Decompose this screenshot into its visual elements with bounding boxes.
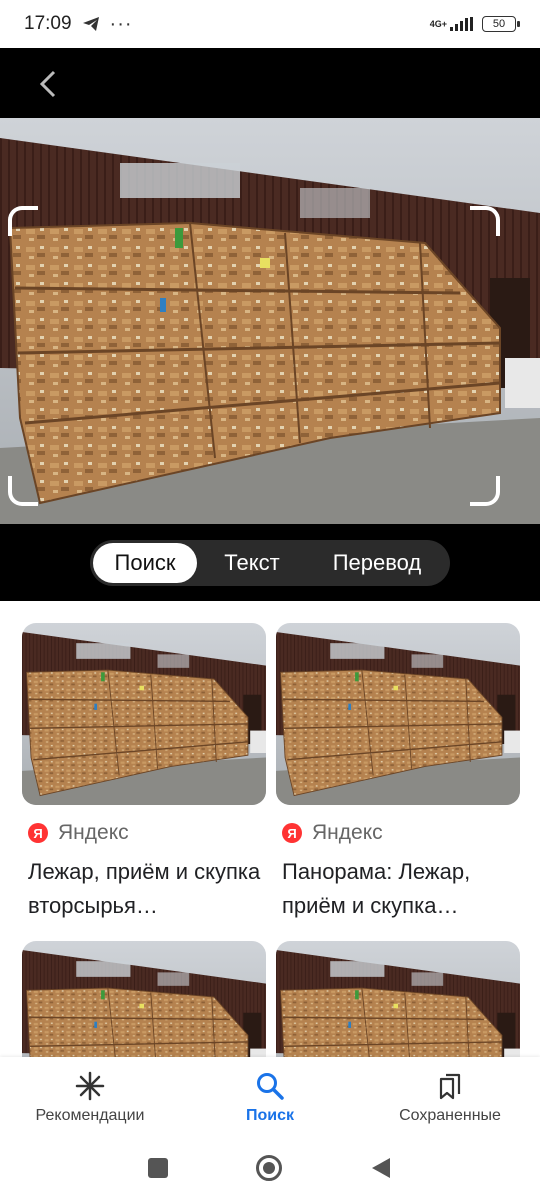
crop-handle-bottom-left[interactable] [8,476,38,506]
nav-label: Сохраненные [399,1107,501,1124]
result-title[interactable]: Панорама: Лежар, приём и скупка… [282,855,518,923]
result-card[interactable]: Я Яндекс Панорама: Лежар, приём и скупка… [276,623,520,923]
chevron-left-icon [39,70,56,98]
nav-search[interactable]: Поиск [180,1057,360,1135]
asterisk-icon [75,1071,105,1101]
home-button[interactable] [256,1154,282,1181]
bookmarks-icon [439,1073,461,1100]
result-card[interactable]: Я Яндекс Лежар, приём и скупка вторсырья… [22,623,266,923]
yandex-logo-icon: Я [28,823,48,843]
source-name: Яндекс [312,821,383,844]
nav-label: Поиск [245,1107,294,1124]
yandex-logo-icon: Я [282,823,302,843]
nav-recommendations[interactable]: Рекомендации [0,1057,180,1135]
result-thumbnail[interactable] [22,941,266,1057]
result-card[interactable] [276,941,520,1057]
back-button[interactable] [30,66,66,102]
result-thumbnail[interactable] [276,623,520,805]
search-results: Я Яндекс Лежар, приём и скупка вторсырья… [0,601,540,1057]
result-title[interactable]: Лежар, приём и скупка вторсырья… [28,855,264,923]
tab-text[interactable]: Текст [197,543,307,583]
back-triangle-icon[interactable] [370,1156,392,1180]
crop-handle-top-right[interactable] [470,206,500,236]
system-navigation-bar [0,1135,540,1200]
signal-indicator: 4G+ [430,17,474,31]
battery-level: 50 [492,18,506,30]
tab-translate[interactable]: Перевод [307,543,447,583]
result-source: Я Яндекс [282,821,520,845]
bottom-navigation: Рекомендации Поиск Сохраненные [0,1057,540,1135]
image-viewer: Поиск Текст Перевод [0,48,540,601]
recent-apps-button[interactable] [148,1157,168,1178]
nav-saved[interactable]: Сохраненные [360,1057,540,1135]
result-thumbnail[interactable] [276,941,520,1057]
network-type: 4G+ [429,18,447,29]
more-notifications-icon: ··· [109,13,133,35]
signal-icon [450,17,473,31]
crop-selection[interactable] [8,206,500,506]
tab-search[interactable]: Поиск [93,543,197,583]
source-name: Яндекс [58,821,129,844]
crop-handle-bottom-right[interactable] [470,476,500,506]
result-card[interactable] [22,941,266,1057]
search-icon [257,1073,284,1100]
battery-icon: 50 [482,16,520,32]
nav-label: Рекомендации [35,1107,145,1124]
result-thumbnail[interactable] [22,623,266,805]
status-bar: 17:09 ··· 4G+ 50 [0,0,540,48]
result-source: Я Яндекс [28,821,266,845]
status-time: 17:09 [24,13,72,34]
lens-mode-tabs: Поиск Текст Перевод [90,540,450,586]
telegram-icon [82,17,99,31]
crop-handle-top-left[interactable] [8,206,38,236]
